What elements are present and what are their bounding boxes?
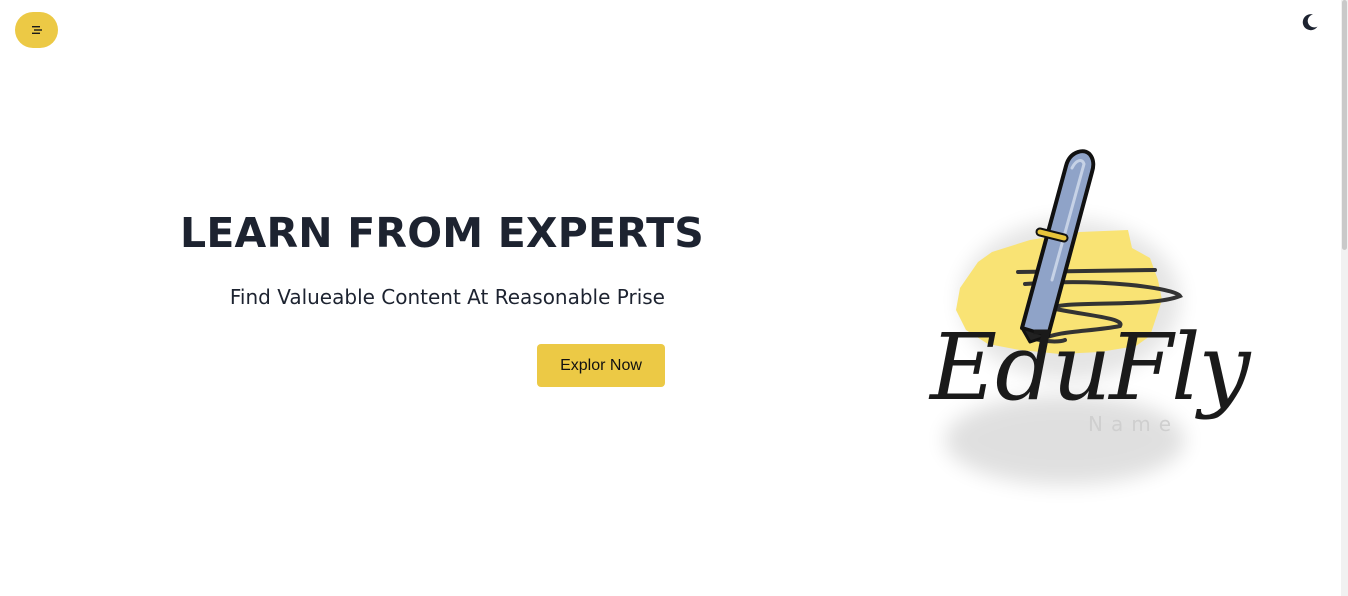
- vertical-scrollbar[interactable]: [1341, 0, 1348, 596]
- menu-button[interactable]: [15, 12, 58, 48]
- logo-name-text: Name: [1088, 412, 1180, 436]
- scrollbar-thumb[interactable]: [1342, 0, 1347, 250]
- hero-subtitle: Find Valueable Content At Reasonable Pri…: [229, 285, 665, 309]
- theme-toggle-button[interactable]: [1300, 12, 1320, 32]
- hero-title: LEARN FROM EXPERTS: [180, 209, 705, 257]
- hero-section: LEARN FROM EXPERTS Find Valueable Conten…: [180, 205, 705, 311]
- moon-icon: [1302, 14, 1318, 31]
- explore-now-button[interactable]: Explor Now: [537, 344, 665, 387]
- hamburger-icon: [31, 26, 42, 34]
- landing-page: LEARN FROM EXPERTS Find Valueable Conten…: [0, 0, 1348, 596]
- logo-script-text: EduFly: [930, 314, 1251, 421]
